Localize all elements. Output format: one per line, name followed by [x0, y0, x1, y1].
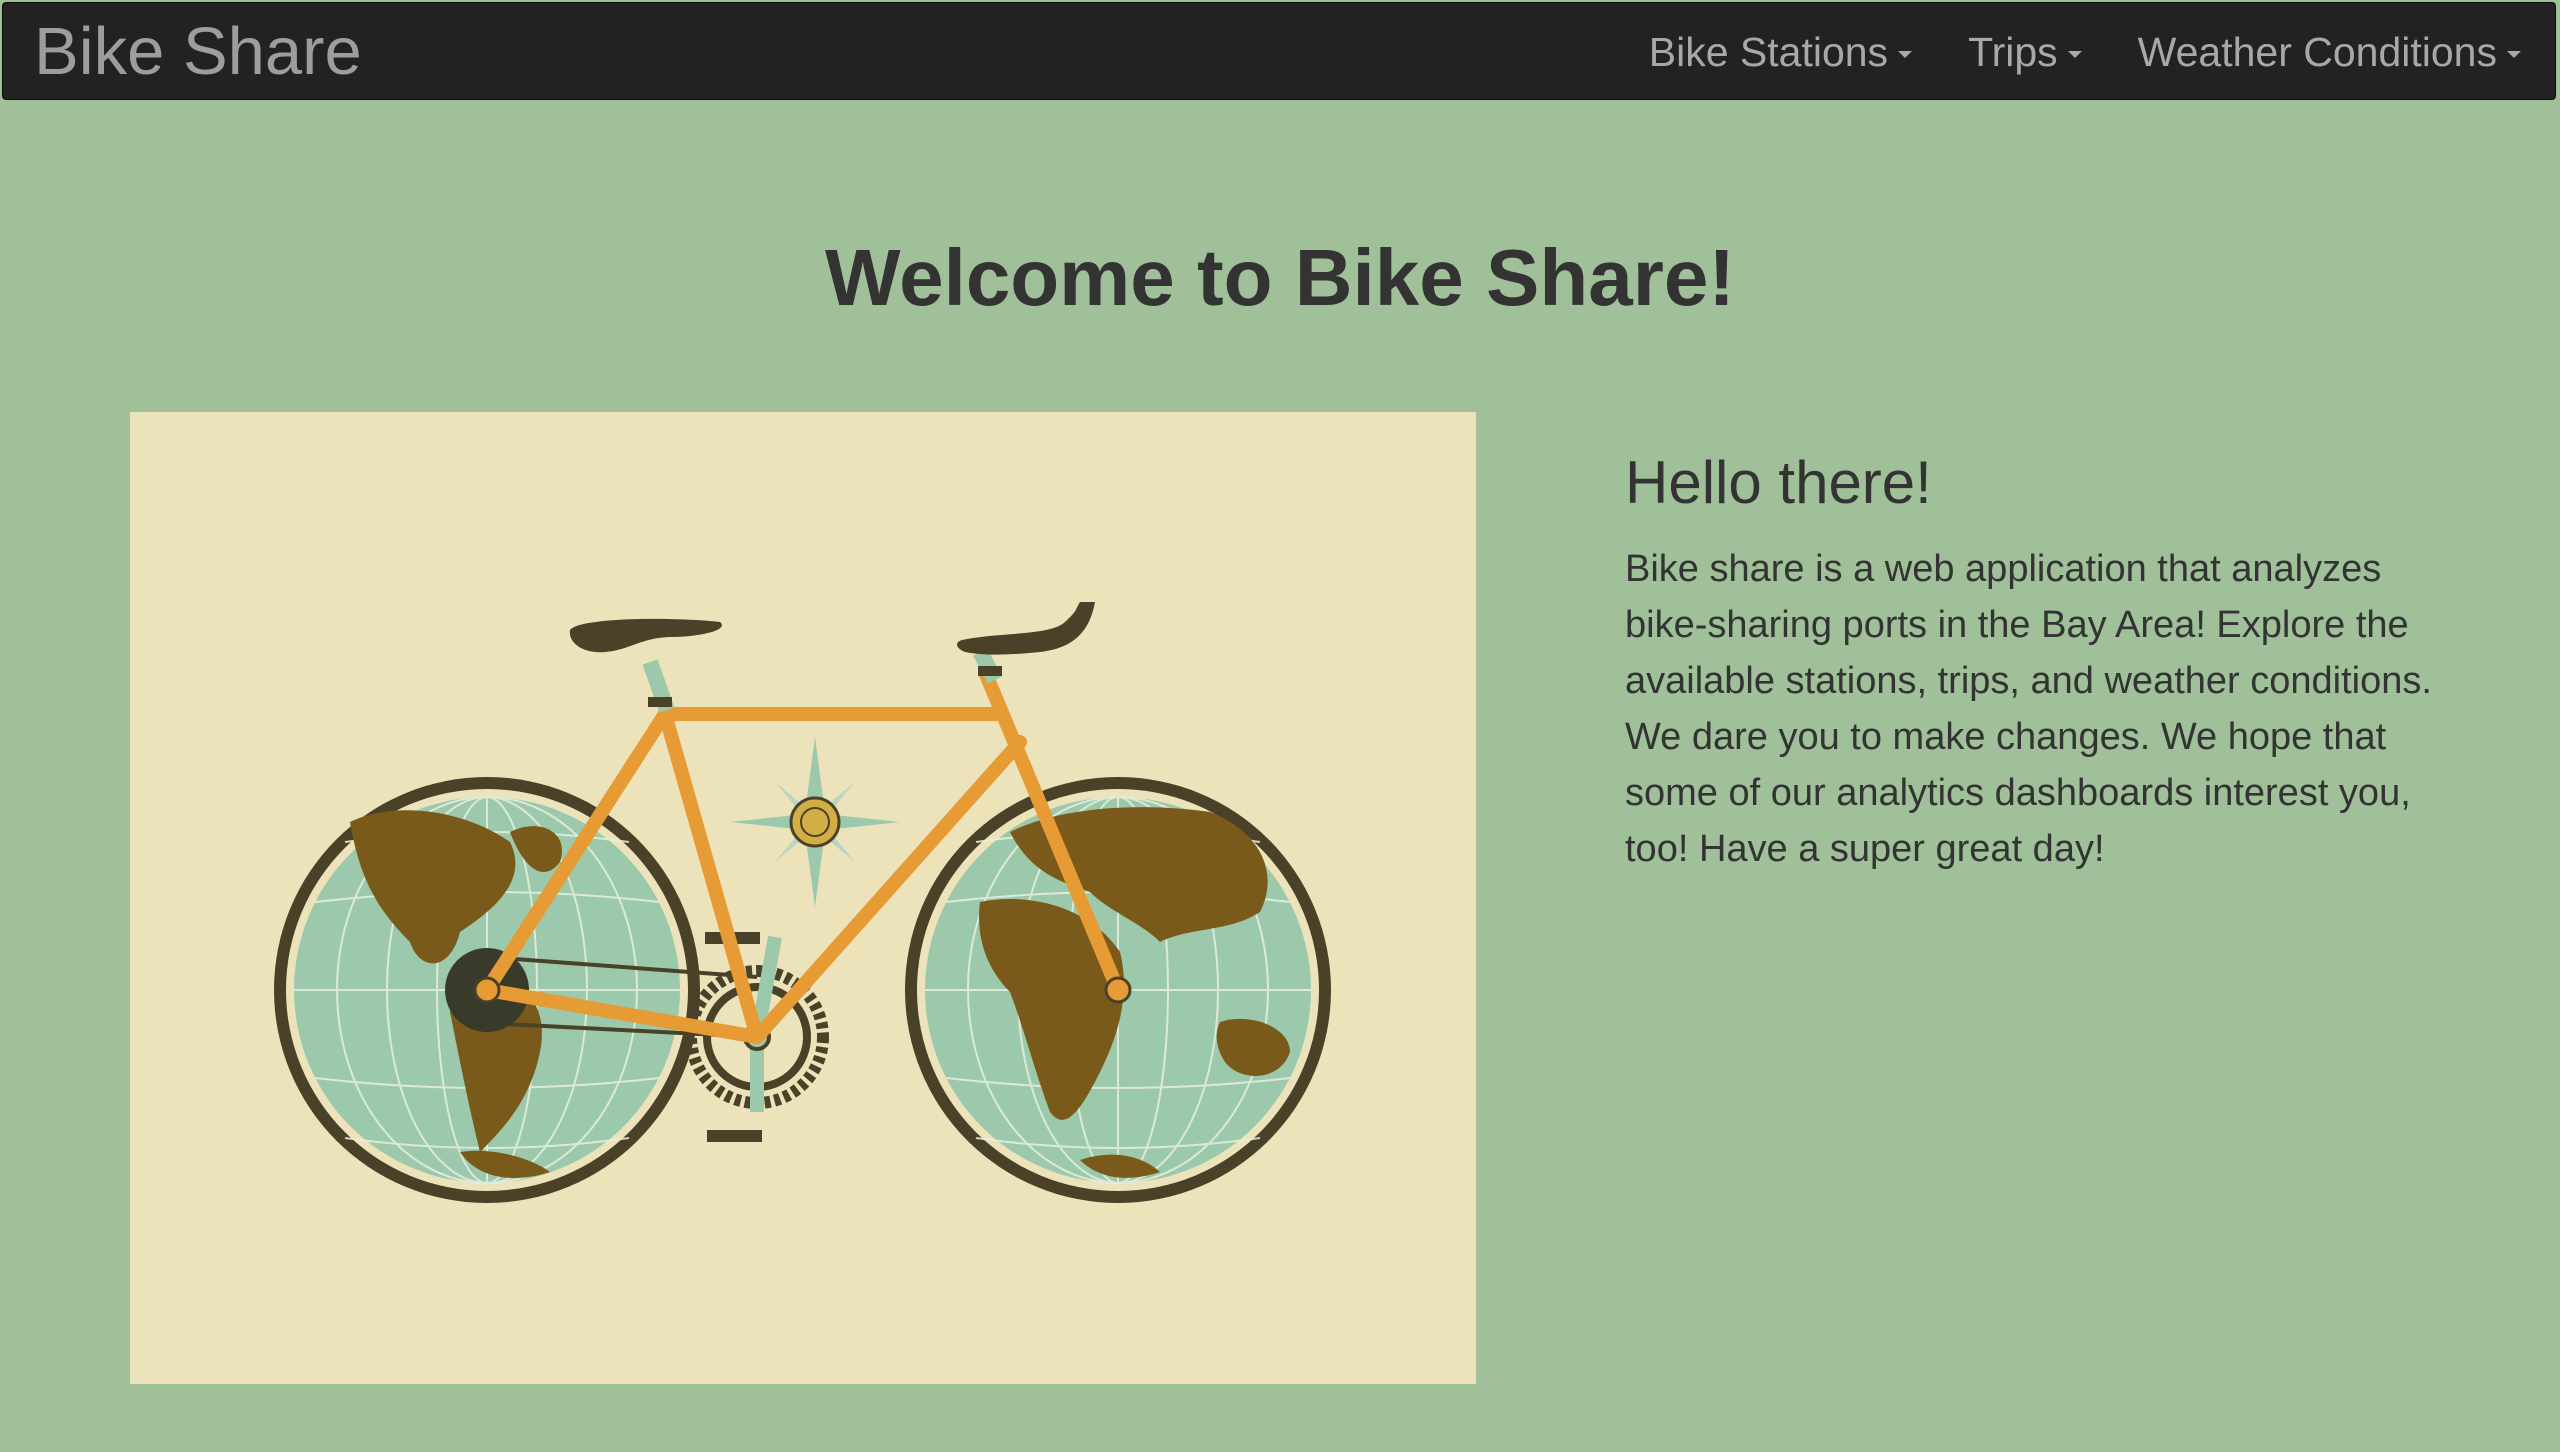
rear-hub [473, 976, 501, 1004]
brand-link[interactable]: Bike Share [34, 3, 362, 101]
seat-clamp [648, 697, 672, 707]
nav-dropdown-bike-stations[interactable]: Bike Stations [1621, 3, 1940, 101]
intro-text: Bike share is a web application that ana… [1625, 548, 2432, 870]
nav-menu: Bike Stations Trips Weather Conditions [1621, 3, 2549, 101]
compass-rose [730, 737, 900, 907]
nav-label-weather-conditions: Weather Conditions [2137, 28, 2497, 75]
intro-title: Hello there! [1625, 449, 1932, 516]
nav-dropdown-trips[interactable]: Trips [1940, 3, 2110, 101]
bicycle-globe-illustration-icon [274, 602, 1331, 1203]
intro-section: Hello there! Bike share is a web applica… [1625, 448, 2445, 877]
top-navbar: Bike Share Bike Stations Trips Weather C… [2, 2, 2556, 100]
nav-label-trips: Trips [1968, 28, 2058, 75]
hero-image [130, 412, 1476, 1384]
caret-down-icon [1898, 50, 1913, 58]
nav-label-bike-stations: Bike Stations [1648, 28, 1889, 75]
page-title: Welcome to Bike Share! [825, 233, 1735, 322]
caret-down-icon [2507, 50, 2521, 58]
handlebar [957, 602, 1095, 655]
saddle [569, 618, 722, 653]
nav-dropdown-weather-conditions[interactable]: Weather Conditions [2110, 3, 2549, 101]
front-hub [1104, 976, 1132, 1004]
stem-clamp [978, 666, 1002, 676]
caret-down-icon [2067, 50, 2082, 58]
